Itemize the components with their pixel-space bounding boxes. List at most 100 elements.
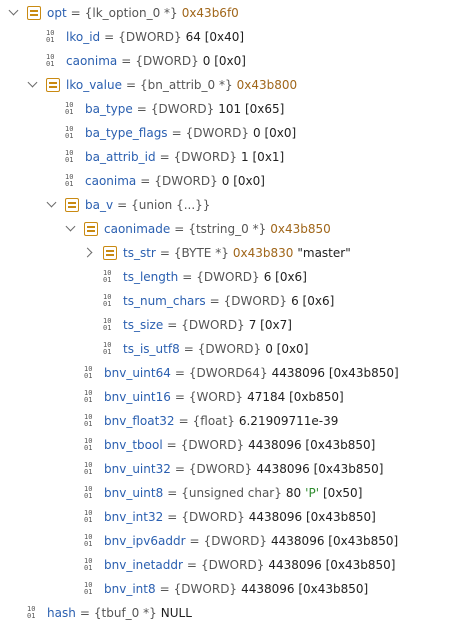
variable-name: ts_is_utf8 [123, 342, 180, 356]
variable-name: bnv_uint16 [104, 390, 171, 404]
variable-type: {DWORD} [173, 150, 238, 164]
binary-value-icon: 10 01 [84, 510, 98, 524]
tree-row[interactable]: lko_value = {bn_attrib_0 *} 0x43b800 [0, 73, 472, 97]
binary-value-icon: 10 01 [84, 534, 98, 548]
binary-glyph-bottom: 01 [84, 492, 93, 500]
binary-glyph-bottom: 01 [84, 588, 93, 596]
binary-glyph-bottom: 01 [84, 516, 93, 524]
variable-type: {DWORD} [181, 318, 245, 332]
equals-sign: = [70, 6, 81, 20]
variable-name: caonimade [104, 222, 171, 236]
tree-row[interactable]: 10 01 ts_is_utf8 = {DWORD} 0 [0x0] [0, 337, 472, 361]
variable-name: bnv_uint8 [104, 486, 164, 500]
variable-value: 6 [0x6] [263, 270, 307, 284]
variable-type: {DWORD} [223, 294, 288, 308]
variable-value-hex: [0x50] [323, 486, 363, 500]
tree-row[interactable]: opt = {lk_option_0 *} 0x43b6f0 [0, 1, 472, 25]
tree-row[interactable]: 10 01 bnv_inetaddr = {DWORD} 4438096 [0x43b85… [0, 553, 472, 577]
binary-glyph-bottom: 01 [84, 564, 93, 572]
binary-glyph-bottom: 01 [27, 612, 36, 620]
equals-sign: = [166, 438, 177, 452]
tree-row[interactable]: 10 01 caonima = {DWORD} 0 [0x0] [0, 169, 472, 193]
binary-value-icon: 10 01 [65, 126, 79, 140]
chevron-down-icon[interactable] [27, 79, 39, 91]
variable-name: bnv_tbool [104, 438, 163, 452]
tree-row[interactable]: 10 01 ts_length = {DWORD} 6 [0x6] [0, 265, 472, 289]
struct-icon [65, 198, 79, 212]
tree-row[interactable]: 10 01 bnv_uint64 = {DWORD64} 4438096 [0x43b85… [0, 361, 472, 385]
binary-glyph-bottom: 01 [84, 444, 93, 452]
variable-value: 4438096 [0x43b850] [248, 510, 376, 524]
variable-name: ba_type [85, 102, 133, 116]
tree-row[interactable]: 10 01 bnv_tbool = {DWORD} 4438096 [0x43b850] [0, 433, 472, 457]
tree-row[interactable]: caonimade = {tstring_0 *} 0x43b850 [0, 217, 472, 241]
tree-row[interactable]: 10 01 ts_size = {DWORD} 7 [0x7] [0, 313, 472, 337]
equals-sign: = [140, 174, 151, 188]
tree-row[interactable]: 10 01 bnv_uint32 = {DWORD} 4438096 [0x43b850] [0, 457, 472, 481]
chevron-down-icon[interactable] [8, 7, 20, 19]
watch-tree: opt = {lk_option_0 *} 0x43b6f0 10 01 lko_id = {D… [0, 0, 472, 624]
tree-row[interactable]: 10 01 bnv_float32 = {float} 6.21909711e-39 [0, 409, 472, 433]
tree-row[interactable]: 10 01 ba_type_flags = {DWORD} 0 [0x0] [0, 121, 472, 145]
variable-name: ts_str [123, 246, 156, 260]
variable-type: {union {...}} [131, 198, 211, 212]
variable-value: 4438096 [0x43b850] [256, 462, 384, 476]
binary-glyph-bottom: 01 [84, 396, 93, 404]
variable-name: bnv_uint32 [104, 462, 171, 476]
tree-row[interactable]: ba_v = {union {...}} [0, 193, 472, 217]
equals-sign: = [167, 510, 178, 524]
variable-value: 64 [0x40] [185, 30, 245, 44]
binary-value-icon: 10 01 [84, 390, 98, 404]
variable-type: {DWORD} [135, 54, 199, 68]
variable-value: 0 [0x0] [221, 174, 265, 188]
variable-name: bnv_int8 [104, 582, 156, 596]
equals-sign: = [183, 342, 194, 356]
variable-type: {WORD} [188, 390, 244, 404]
equals-sign: = [174, 390, 185, 404]
variable-type: {DWORD} [181, 510, 245, 524]
variable-name: bnv_uint64 [104, 366, 171, 380]
equals-sign: = [174, 222, 185, 236]
binary-value-icon: 10 01 [65, 150, 79, 164]
variable-type: {DWORD} [200, 558, 265, 572]
equals-sign: = [117, 198, 128, 212]
tree-row[interactable]: 10 01 bnv_int8 = {DWORD} 4438096 [0x43b850] [0, 577, 472, 601]
binary-value-icon: 10 01 [103, 342, 117, 356]
binary-value-icon: 10 01 [46, 30, 60, 44]
binary-glyph-bottom: 01 [84, 372, 93, 380]
chevron-down-icon[interactable] [46, 199, 58, 211]
tree-row[interactable]: 10 01 ba_attrib_id = {DWORD} 1 [0x1] [0, 145, 472, 169]
binary-value-icon: 10 01 [84, 558, 98, 572]
binary-glyph-bottom: 01 [84, 540, 93, 548]
variable-name: ts_size [123, 318, 164, 332]
char-value: 'P' [305, 486, 319, 500]
variable-name: ba_attrib_id [85, 150, 156, 164]
variable-value: 0 [0x0] [265, 342, 309, 356]
variable-type: {BYTE *} [173, 246, 229, 260]
variable-name: bnv_ipv6addr [104, 534, 186, 548]
variable-type: {DWORD} [173, 582, 238, 596]
tree-row[interactable]: 10 01 ba_type = {DWORD} 101 [0x65] [0, 97, 472, 121]
tree-row[interactable]: 10 01 bnv_uint8 = {unsigned char} 80 'P' [0x50] [0, 481, 472, 505]
variable-type: {DWORD} [185, 126, 250, 140]
binary-value-icon: 10 01 [46, 54, 60, 68]
binary-value-icon: 10 01 [65, 102, 79, 116]
pointer-address: 0x43b830 [232, 246, 294, 260]
variable-name: caonima [85, 174, 137, 188]
variable-value: 4438096 [0x43b850] [241, 582, 369, 596]
variable-value: 4438096 [0x43b850] [271, 534, 399, 548]
chevron-right-icon[interactable] [84, 247, 96, 259]
equals-sign: = [167, 486, 178, 500]
tree-row[interactable]: 10 01 bnv_int32 = {DWORD} 4438096 [0x43b850] [0, 505, 472, 529]
tree-row[interactable]: 10 01 lko_id = {DWORD} 64 [0x40] [0, 25, 472, 49]
tree-row[interactable]: 10 01 hash = {tbuf_0 *} NULL [0, 601, 472, 625]
tree-row[interactable]: ts_str = {BYTE *} 0x43b830 "master" [0, 241, 472, 265]
tree-row[interactable]: 10 01 bnv_uint16 = {WORD} 47184 [0xb850] [0, 385, 472, 409]
binary-glyph-bottom: 01 [103, 324, 112, 332]
chevron-down-icon[interactable] [65, 223, 77, 235]
tree-row[interactable]: 10 01 bnv_ipv6addr = {DWORD} 4438096 [0x43b85… [0, 529, 472, 553]
binary-value-icon: 10 01 [103, 318, 117, 332]
tree-row[interactable]: 10 01 caonima = {DWORD} 0 [0x0] [0, 49, 472, 73]
equals-sign: = [159, 150, 170, 164]
tree-row[interactable]: 10 01 ts_num_chars = {DWORD} 6 [0x6] [0, 289, 472, 313]
